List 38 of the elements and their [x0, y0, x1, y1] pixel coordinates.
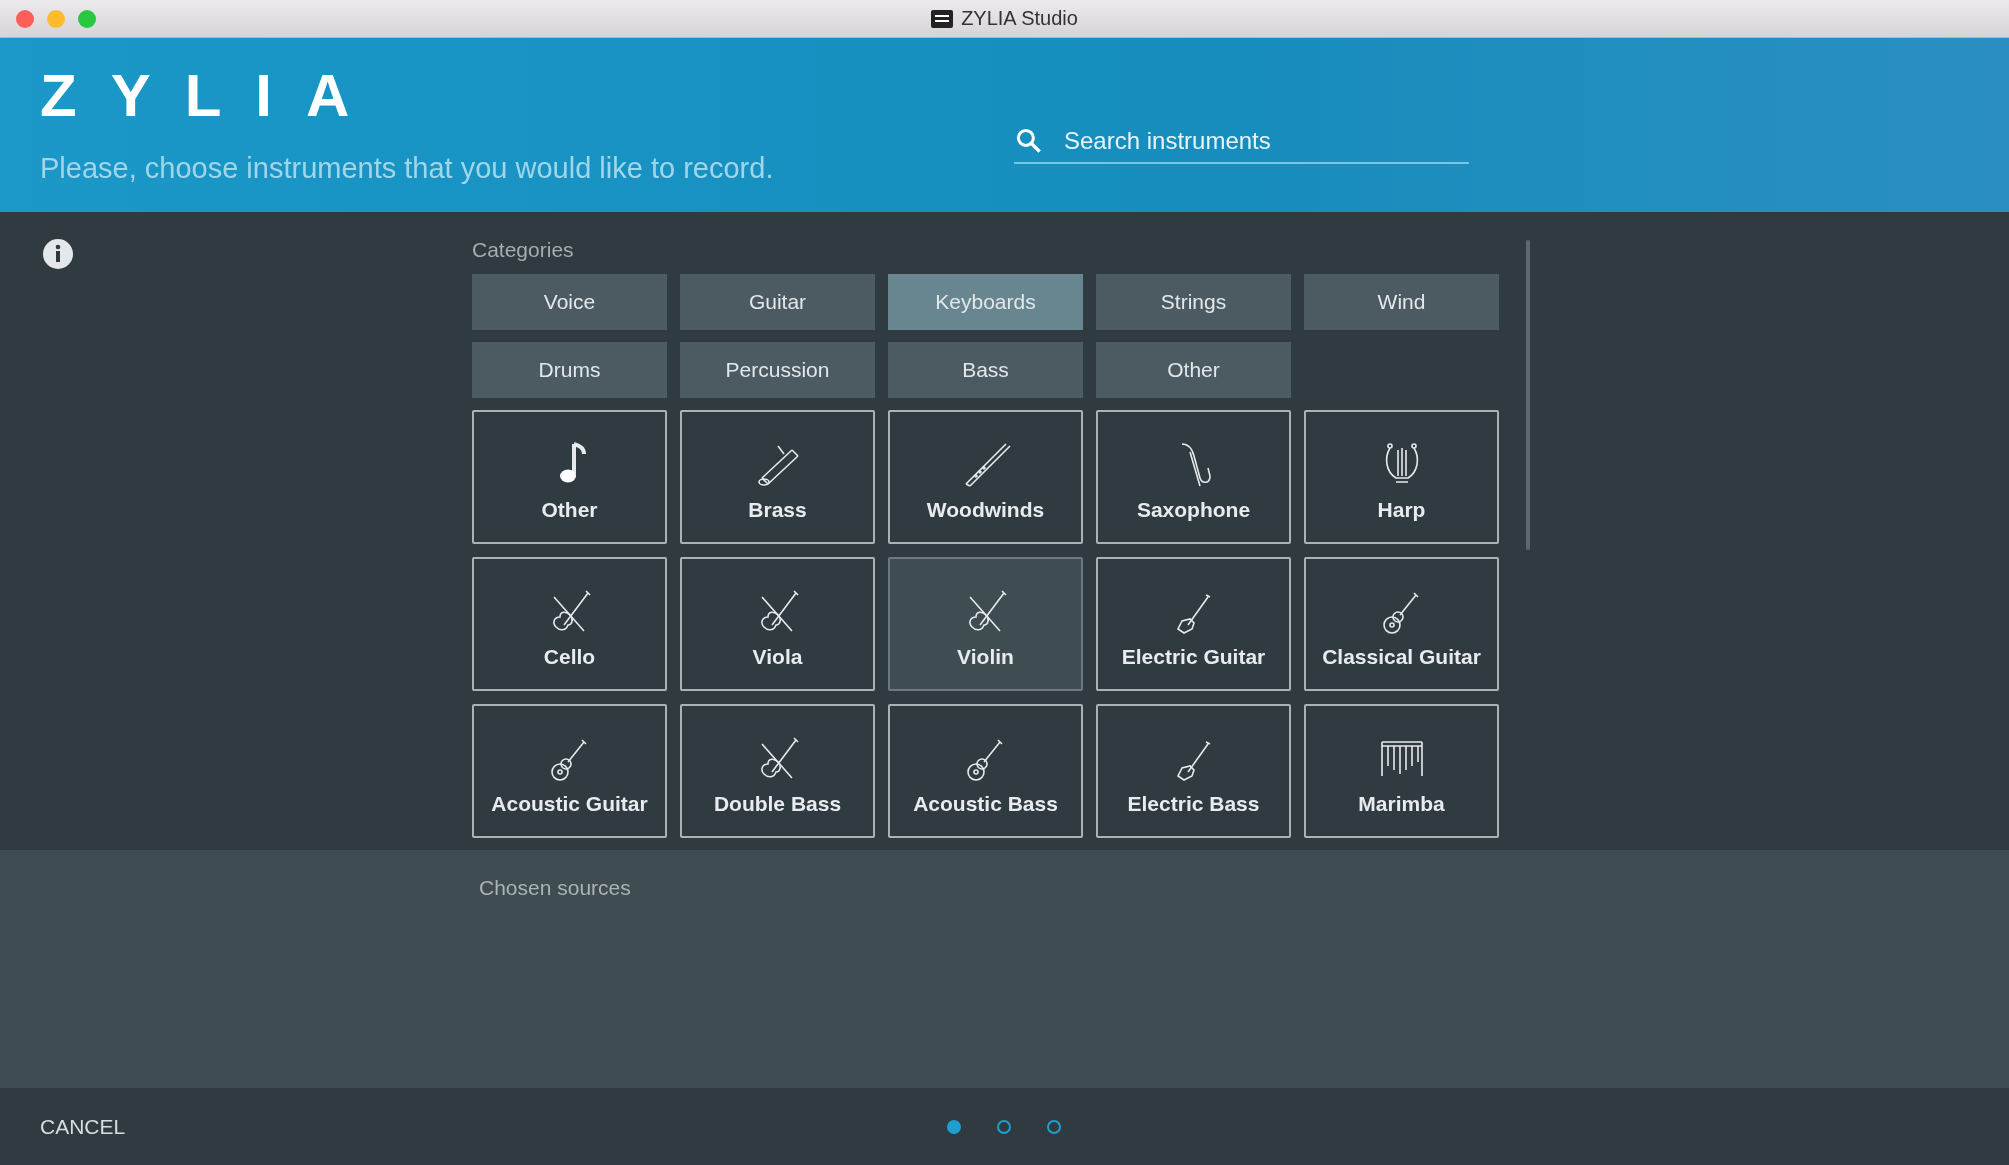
category-tab[interactable]: Bass [888, 342, 1083, 398]
app-icon [931, 9, 954, 28]
category-tab[interactable]: Voice [472, 274, 667, 330]
search-field[interactable]: Search instruments [1062, 126, 1426, 156]
category-tab[interactable]: Drums [472, 342, 667, 398]
instrument-tile[interactable]: Electric Guitar [1096, 557, 1291, 691]
scrollbar[interactable] [1526, 240, 1530, 550]
chosen-sources-label: Chosen sources [479, 876, 632, 900]
info-icon[interactable] [42, 238, 74, 270]
category-tab[interactable]: Wind [1304, 274, 1499, 330]
instrument-tile[interactable]: Cello [472, 557, 667, 691]
category-tab[interactable]: Other [1096, 342, 1291, 398]
page-indicator-dot[interactable] [947, 1119, 961, 1134]
search-icon [1014, 126, 1044, 156]
instrument-tile[interactable]: Harp [1304, 410, 1499, 544]
instrument-tile[interactable]: Other [472, 410, 667, 544]
instrument-tile[interactable]: Marimba [1304, 704, 1499, 838]
instrument-tile[interactable]: Classical Guitar [1304, 557, 1499, 691]
page-indicator-dot[interactable] [1047, 1119, 1061, 1134]
instrument-tile[interactable]: Woodwinds [888, 410, 1083, 544]
instrument-tile[interactable]: Viola [680, 557, 875, 691]
instrument-tile[interactable]: Acoustic Bass [888, 704, 1083, 838]
instrument-tile[interactable]: Electric Bass [1096, 704, 1291, 838]
subtitle: Please, choose instruments that you would like to record. [40, 152, 774, 185]
category-tab[interactable]: Strings [1096, 274, 1291, 330]
instrument-tile[interactable]: Saxophone [1096, 410, 1291, 544]
logo: ZYLIA [40, 66, 385, 126]
instrument-tile[interactable]: Violin [888, 557, 1083, 691]
window-title: ZYLIA Studio [961, 7, 1078, 30]
instrument-tile[interactable]: Double Bass [680, 704, 875, 838]
instrument-tile[interactable]: Acoustic Guitar [472, 704, 667, 838]
category-tab[interactable]: Percussion [680, 342, 875, 398]
category-tab[interactable]: Guitar [680, 274, 875, 330]
page-indicator-dot[interactable] [997, 1119, 1011, 1134]
instrument-tile[interactable]: Brass [680, 410, 875, 544]
close-window-button[interactable] [16, 9, 34, 28]
cancel-button[interactable]: CANCEL [30, 1106, 136, 1147]
categories-label: Categories [472, 238, 575, 262]
